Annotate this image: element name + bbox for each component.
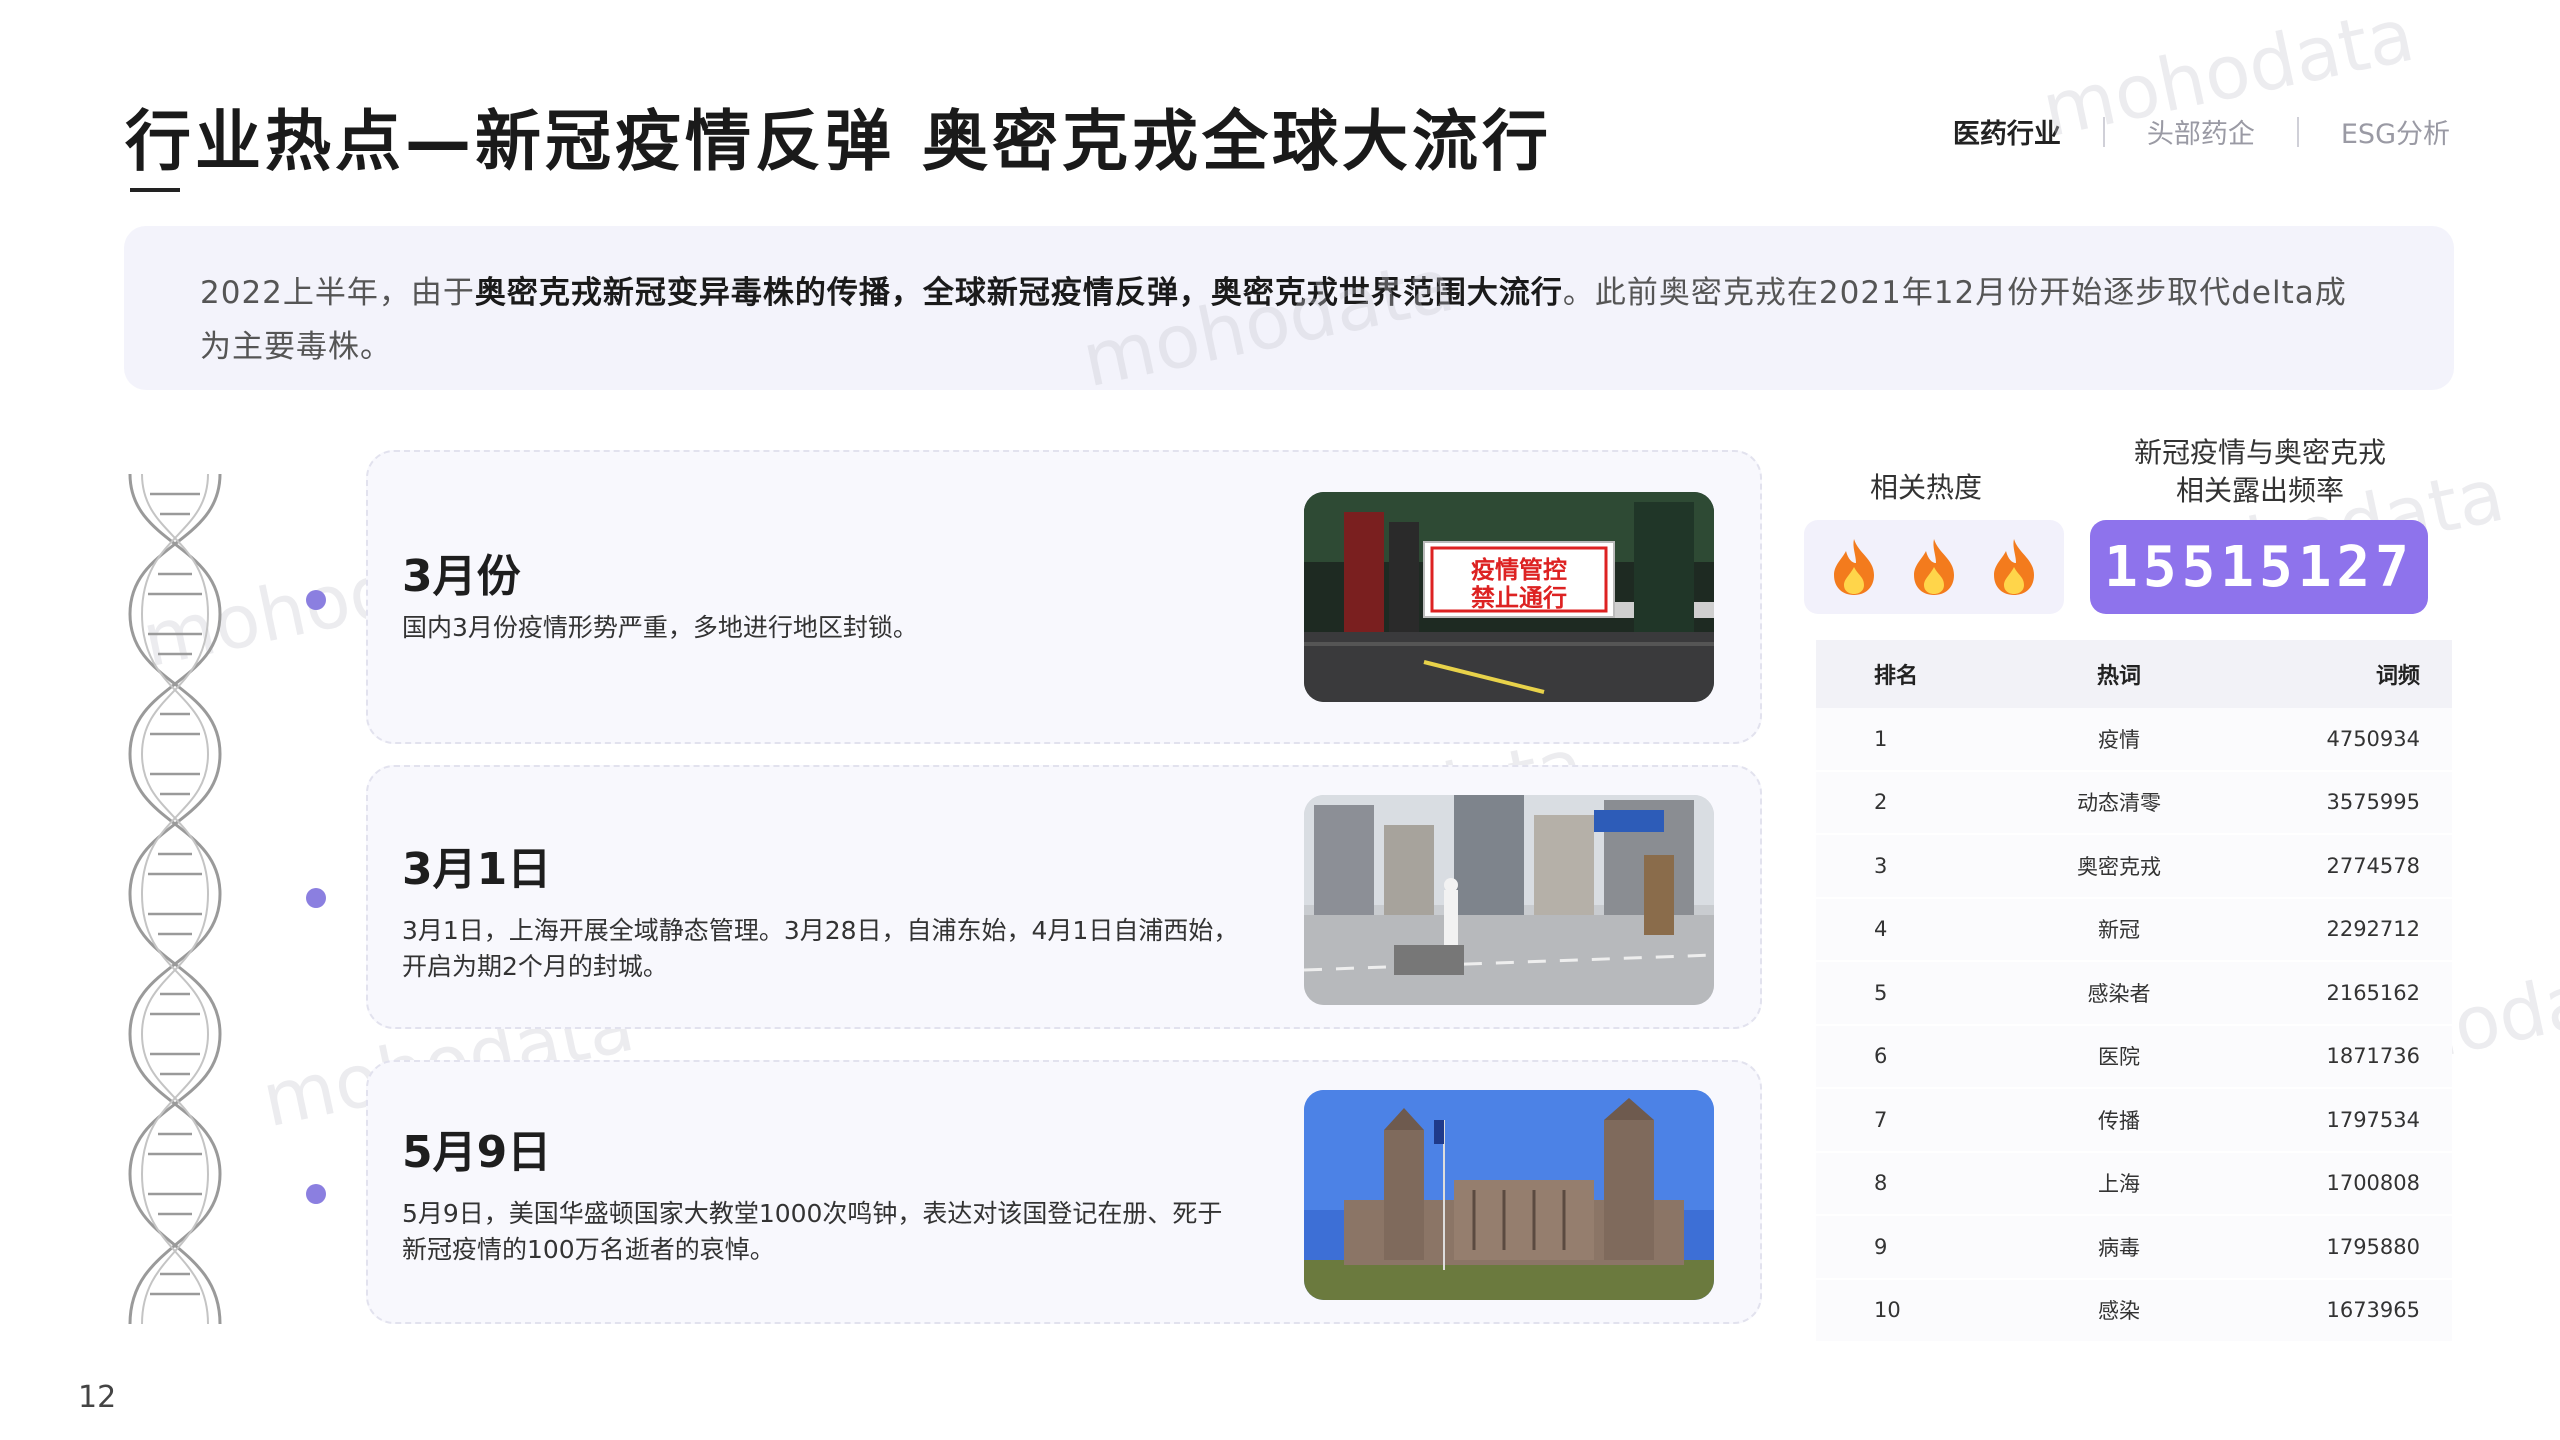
cathedral-photo — [1304, 1090, 1714, 1300]
rank-cell: 3 — [1874, 853, 1888, 878]
sign-text: 疫情管控 — [1471, 556, 1567, 584]
timeline-card: 5月9日 5月9日，美国华盛顿国家大教堂1000次鸣钟，表达对该国登记在册、死于… — [366, 1060, 1762, 1324]
word-cell: 新冠 — [2098, 918, 2140, 943]
dna-helix-icon — [128, 474, 222, 1324]
frequency-label-line2: 相关露出频率 — [2175, 474, 2344, 507]
frequency-cell: 4750934 — [2326, 726, 2420, 751]
frequency-label: 新冠疫情与奥密克戎 相关露出频率 — [2110, 434, 2410, 510]
frequency-cell: 3575995 — [2326, 790, 2420, 815]
table-row: 3 奥密克戎 2774578 — [1816, 835, 2452, 899]
word-cell: 感染者 — [2087, 981, 2151, 1006]
page-title: 行业热点—新冠疫情反弹 奥密克戎全球大流行 — [125, 103, 1552, 180]
top-nav: 医药行业 头部药企 ESG分析 — [1911, 112, 2450, 151]
word-cell: 感染 — [2098, 1299, 2140, 1324]
timeline-card: 3月份 国内3月份疫情形势严重，多地进行地区封锁。 疫情管控 禁止通行 — [366, 450, 1762, 744]
fire-icon — [1914, 539, 1954, 595]
table-row: 4 新冠 2292712 — [1816, 898, 2452, 962]
rank-cell: 5 — [1874, 980, 1888, 1005]
word-cell: 动态清零 — [2077, 791, 2161, 816]
word-cell: 传播 — [2098, 1108, 2140, 1133]
card-date: 5月9日 — [402, 1127, 552, 1178]
timeline-card: 3月1日 3月1日，上海开展全域静态管理。3月28日，自浦东始，4月1日自浦西始… — [366, 765, 1762, 1029]
timeline-dot — [306, 1184, 326, 1204]
header-frequency: 词频 — [2375, 664, 2420, 689]
frequency-cell: 2774578 — [2326, 853, 2420, 878]
frequency-cell: 1700808 — [2326, 1171, 2420, 1196]
card-date: 3月份 — [402, 551, 521, 602]
timeline-dot — [306, 888, 326, 908]
nav-item-medical[interactable]: 医药行业 — [1911, 112, 2103, 151]
sign-text: 禁止通行 — [1471, 584, 1567, 612]
shanghai-street-photo — [1304, 795, 1714, 1005]
table-row: 10 感染 1673965 — [1816, 1279, 2452, 1343]
table-header: 排名 热词 词频 — [1816, 640, 2452, 708]
hotword-ranking-table: 排名 热词 词频 1 疫情 4750934 2 动态清零 3575995 3 奥密克戎 2774… — [1816, 640, 2452, 1343]
table-body: 1 疫情 4750934 2 动态清零 3575995 3 奥密克戎 2774578 4 新冠 229… — [1816, 708, 2452, 1343]
word-cell: 奥密克戎 — [2077, 854, 2161, 879]
heat-indicator — [1804, 520, 2064, 614]
rank-cell: 1 — [1874, 726, 1888, 751]
rank-cell: 2 — [1874, 790, 1888, 815]
frequency-cell: 1797534 — [2326, 1107, 2420, 1132]
table-row: 2 动态清零 3575995 — [1816, 771, 2452, 835]
timeline-dot — [306, 590, 326, 610]
card-description: 5月9日，美国华盛顿国家大教堂1000次鸣钟，表达对该国登记在册、死于新冠疫情的… — [402, 1199, 1223, 1264]
word-cell: 上海 — [2098, 1172, 2140, 1197]
page-number: 12 — [78, 1380, 117, 1415]
rank-cell: 7 — [1874, 1107, 1888, 1132]
frequency-cell: 2292712 — [2326, 917, 2420, 942]
table-row: 6 医院 1871736 — [1816, 1025, 2452, 1089]
rank-cell: 8 — [1874, 1171, 1888, 1196]
card-description: 国内3月份疫情形势严重，多地进行地区封锁。 — [402, 613, 918, 642]
summary-text: 2022上半年，由于 — [200, 275, 475, 311]
fire-icon — [1834, 539, 1874, 595]
table-row: 7 传播 1797534 — [1816, 1089, 2452, 1153]
header-rank: 排名 — [1874, 664, 1919, 689]
header-word: 热词 — [2096, 664, 2141, 689]
card-date: 3月1日 — [402, 844, 552, 895]
card-description: 3月1日，上海开展全域静态管理。3月28日，自浦东始，4月1日自浦西始，开启为期… — [402, 916, 1239, 981]
word-cell: 病毒 — [2098, 1235, 2140, 1260]
summary-box: 2022上半年，由于奥密克戎新冠变异毒株的传播，全球新冠疫情反弹，奥密克戎世界范… — [124, 226, 2454, 390]
lockdown-barrier-photo: 疫情管控 禁止通行 — [1304, 492, 1714, 702]
table-row: 9 病毒 1795880 — [1816, 1216, 2452, 1280]
frequency-cell: 1871736 — [2326, 1044, 2420, 1069]
nav-item-top-pharma[interactable]: 头部药企 — [2105, 112, 2297, 151]
heat-label: 相关热度 — [1870, 471, 1983, 504]
frequency-cell: 2165162 — [2326, 980, 2420, 1005]
nav-item-esg[interactable]: ESG分析 — [2299, 112, 2450, 151]
rank-cell: 10 — [1874, 1298, 1901, 1323]
table-row: 8 上海 1700808 — [1816, 1152, 2452, 1216]
table-row: 1 疫情 4750934 — [1816, 708, 2452, 772]
word-cell: 医院 — [2098, 1045, 2140, 1070]
word-cell: 疫情 — [2098, 727, 2140, 752]
fire-icon — [1994, 539, 2034, 595]
frequency-cell: 1795880 — [2326, 1234, 2420, 1259]
frequency-value: 15515127 — [2090, 520, 2428, 614]
rank-cell: 9 — [1874, 1234, 1888, 1259]
rank-cell: 6 — [1874, 1044, 1888, 1069]
frequency-label-line1: 新冠疫情与奥密克戎 — [2133, 436, 2386, 469]
frequency-cell: 1673965 — [2326, 1298, 2420, 1323]
summary-highlight: 奥密克戎新冠变异毒株的传播，全球新冠疫情反弹，奥密克戎世界范围大流行 — [474, 275, 1563, 311]
rank-cell: 4 — [1874, 917, 1888, 942]
table-row: 5 感染者 2165162 — [1816, 962, 2452, 1026]
title-underline — [130, 188, 180, 192]
